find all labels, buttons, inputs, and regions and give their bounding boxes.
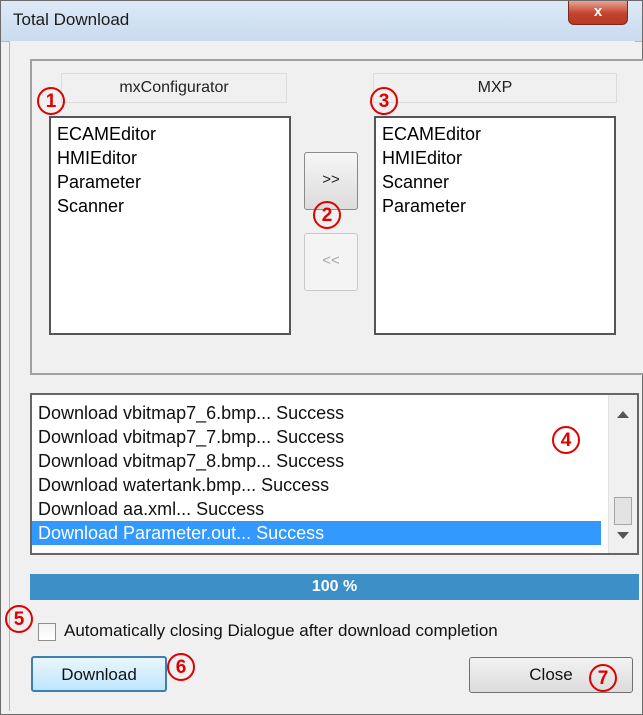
callout-6: 6 xyxy=(167,653,195,681)
source-list-item[interactable]: ECAMEditor xyxy=(57,122,283,146)
callout-7: 7 xyxy=(589,664,617,692)
log-line: Download aa.xml... Success xyxy=(38,499,265,519)
callout-4: 4 xyxy=(552,426,580,454)
left-panel-header: mxConfigurator xyxy=(61,73,287,103)
log-line: Download watertank.bmp... Success xyxy=(38,475,330,495)
download-button[interactable]: Download xyxy=(31,656,167,692)
callout-2: 2 xyxy=(313,201,341,229)
auto-close-label[interactable]: Automatically closing Dialogue after dow… xyxy=(64,621,498,641)
progress-bar: 100 % xyxy=(30,574,639,600)
scroll-up-arrow-icon[interactable] xyxy=(617,411,629,418)
target-list-item[interactable]: ECAMEditor xyxy=(382,122,608,146)
download-log[interactable]: Download vbitmap7_6.bmp... Success Downl… xyxy=(30,393,639,555)
callout-1: 1 xyxy=(37,87,65,115)
target-list-item[interactable]: HMIEditor xyxy=(382,146,608,170)
title-bar: Total Download xyxy=(1,1,642,42)
callout-3: 3 xyxy=(370,87,398,115)
scroll-down-arrow-icon[interactable] xyxy=(617,532,629,539)
source-list[interactable]: ECAMEditor HMIEditor Parameter Scanner xyxy=(49,116,291,335)
source-list-item[interactable]: Scanner xyxy=(57,194,283,218)
log-scrollbar[interactable] xyxy=(608,395,637,553)
right-panel-header: MXP xyxy=(373,73,617,103)
window-title: Total Download xyxy=(13,10,130,29)
target-list-item[interactable]: Scanner xyxy=(382,170,608,194)
source-list-item[interactable]: HMIEditor xyxy=(57,146,283,170)
callout-5: 5 xyxy=(5,605,33,633)
log-line-selected: Download Parameter.out... Success xyxy=(32,521,601,545)
scroll-thumb[interactable] xyxy=(614,497,632,525)
close-window-button[interactable]: x xyxy=(568,1,628,25)
source-list-item[interactable]: Parameter xyxy=(57,170,283,194)
log-line: Download vbitmap7_7.bmp... Success xyxy=(38,427,345,447)
total-download-dialog: Total Download x mxConfigurator ECAMEdit… xyxy=(0,0,643,715)
target-list[interactable]: ECAMEditor HMIEditor Scanner Parameter xyxy=(374,116,616,335)
move-left-button[interactable]: << xyxy=(304,233,358,291)
log-line: Download vbitmap7_8.bmp... Success xyxy=(38,451,345,471)
log-line: Download vbitmap7_6.bmp... Success xyxy=(38,403,345,423)
target-list-item[interactable]: Parameter xyxy=(382,194,608,218)
auto-close-checkbox[interactable] xyxy=(38,623,56,641)
